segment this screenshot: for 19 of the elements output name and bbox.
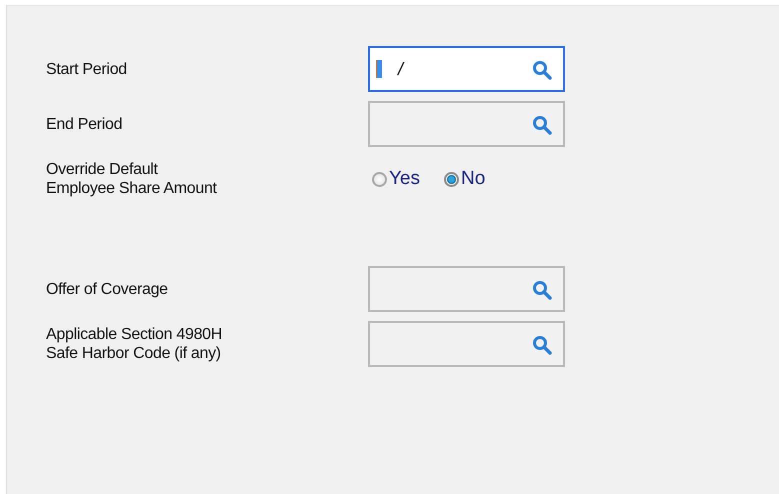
lookup-field[interactable] bbox=[368, 101, 565, 147]
lookup-field[interactable] bbox=[368, 321, 565, 367]
radio-option[interactable]: No bbox=[444, 168, 486, 190]
search-icon[interactable] bbox=[531, 334, 553, 356]
text-cursor bbox=[376, 60, 382, 78]
search-icon[interactable] bbox=[531, 59, 553, 81]
field-value: / bbox=[398, 58, 404, 80]
lookup-field[interactable]: / bbox=[368, 46, 565, 92]
lookup-field[interactable] bbox=[368, 266, 565, 312]
field-label: Offer of Coverage bbox=[46, 280, 169, 298]
field-label: Start Period bbox=[46, 60, 128, 78]
radio-icon[interactable] bbox=[372, 172, 387, 186]
radio-option[interactable]: Yes bbox=[372, 168, 420, 190]
search-icon[interactable] bbox=[531, 114, 553, 136]
search-icon[interactable] bbox=[531, 279, 553, 301]
field-label: End Period bbox=[46, 114, 124, 134]
radio-icon[interactable] bbox=[444, 172, 459, 186]
field-label: Override Default Employee Share Amount bbox=[46, 160, 218, 198]
field-label: Applicable Section 4980H Safe Harbor Code (if any) bbox=[46, 325, 224, 363]
